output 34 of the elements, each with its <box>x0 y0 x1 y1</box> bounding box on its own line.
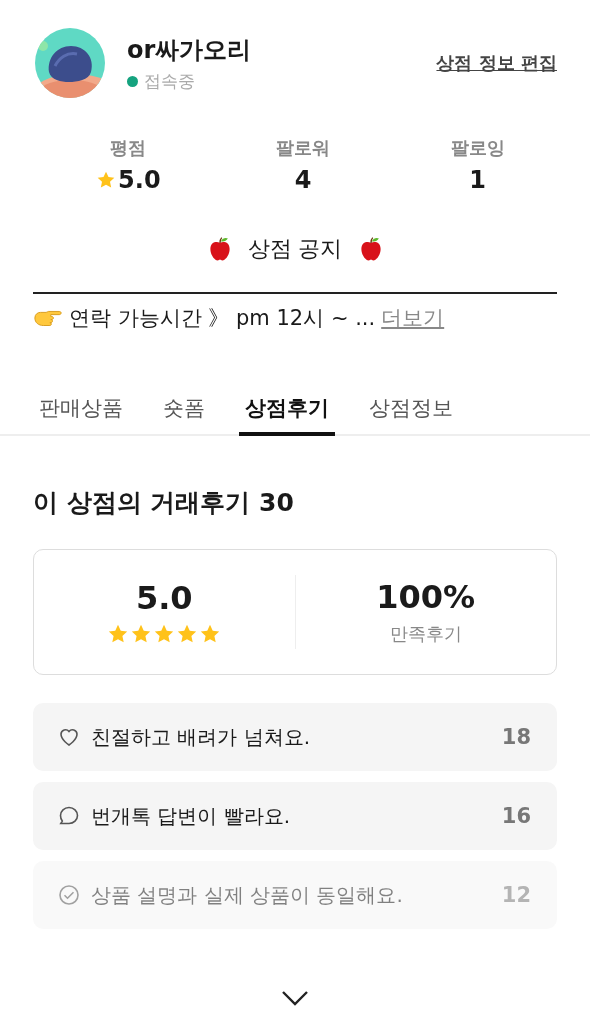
tab[interactable]: 상점후기 <box>239 394 335 436</box>
chevron-down-icon <box>280 989 310 1007</box>
shop-name: or싸가오리 <box>127 34 253 66</box>
tab[interactable]: 판매상품 <box>33 394 129 436</box>
check-circle-icon <box>57 883 81 907</box>
review-text: 상품 설명과 실제 상품이 동일해요. <box>91 881 404 909</box>
star-icon <box>199 623 222 645</box>
star-icon <box>176 623 199 645</box>
stat-label: 팔로잉 <box>450 136 505 160</box>
rating-value: 5.0 <box>135 579 193 617</box>
review-count: 12 <box>501 883 531 907</box>
satisfaction-value: 100% <box>376 578 476 616</box>
star-icon <box>153 623 176 645</box>
tab[interactable]: 숏폼 <box>157 394 211 436</box>
stat-label: 평점 <box>110 136 147 160</box>
star-icon <box>107 623 130 645</box>
review-count: 18 <box>501 725 531 749</box>
notice-title: 상점 공지 <box>247 235 343 263</box>
section-heading: 이 상점의 거래후기 30 <box>33 487 295 519</box>
star-icon <box>96 170 117 190</box>
edit-shop-link[interactable]: 상점 정보 편집 <box>436 51 557 75</box>
stat-value: 5.0 <box>118 166 161 194</box>
satisfaction-label: 만족후기 <box>389 622 462 646</box>
review-text: 친절하고 배려가 넘쳐요. <box>91 723 312 751</box>
more-link[interactable]: 더보기 <box>381 304 445 332</box>
status-text: 접속중 <box>144 69 195 93</box>
stat-label: 팔로워 <box>276 136 330 160</box>
tab[interactable]: 상점정보 <box>363 394 459 436</box>
stat-value: 1 <box>469 166 486 194</box>
review-count: 16 <box>501 804 531 828</box>
notice-text: 연락 가능시간 》 pm 12시 ~ ... <box>69 305 376 332</box>
stat-value: 4 <box>294 166 312 194</box>
review-text: 번개톡 답변이 빨라요. <box>91 802 292 830</box>
star-icon <box>130 623 153 645</box>
